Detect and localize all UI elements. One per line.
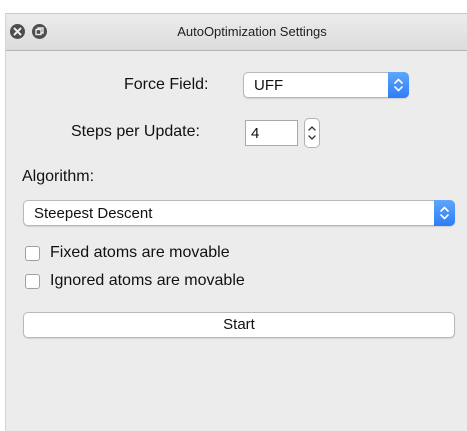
algorithm-popup[interactable]: Steepest Descent [23,200,455,226]
steps-per-update-label: Steps per Update: [71,123,200,140]
stepper-updown-icon[interactable] [304,118,320,148]
settings-window: AutoOptimization Settings Force Field: U… [5,13,467,431]
algorithm-value: Steepest Descent [34,205,153,222]
fixed-atoms-movable-label: Fixed atoms are movable [50,244,230,261]
popup-updown-chevron-icon [434,200,455,226]
fixed-atoms-movable-checkbox[interactable] [25,246,40,261]
force-field-value: UFF [254,77,284,94]
force-field-popup[interactable]: UFF [243,72,409,98]
start-button[interactable]: Start [23,312,455,338]
ignored-atoms-movable-label: Ignored atoms are movable [50,272,245,289]
popup-updown-chevron-icon [388,72,409,98]
steps-per-update-input[interactable]: 4 [245,120,298,146]
force-field-label: Force Field: [124,76,209,93]
title-bar: AutoOptimization Settings [6,14,467,51]
algorithm-label: Algorithm: [22,168,95,185]
steps-per-update-value: 4 [251,125,260,142]
window-title: AutoOptimization Settings [177,24,327,39]
ignored-atoms-movable-checkbox[interactable] [25,274,40,289]
